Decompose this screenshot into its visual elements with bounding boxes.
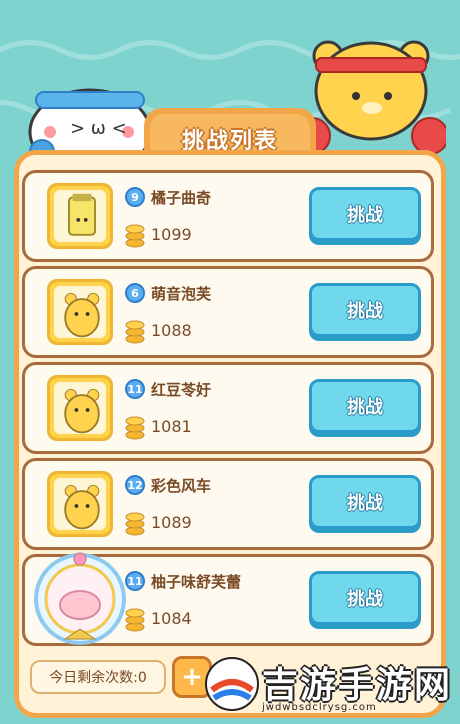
bear-character-icon	[64, 293, 100, 338]
list-item: 9 橘子曲奇 1099 挑战	[22, 170, 434, 262]
list-item: 11 柚子味舒芙蕾 1084 挑战	[22, 552, 434, 646]
coin-stack-icon	[125, 416, 145, 440]
level-badge: 9	[125, 187, 145, 207]
avatar	[47, 471, 113, 537]
coin-count: 1081	[151, 417, 192, 436]
coin-stack-icon	[125, 608, 145, 632]
bear-character-icon	[64, 389, 100, 434]
coin-stack-icon	[125, 320, 145, 344]
coin-count: 1084	[151, 609, 192, 628]
ornate-frame-icon	[34, 552, 126, 645]
challenge-button[interactable]: 挑战	[309, 379, 421, 433]
list-item: 12 彩色风车 1089 挑战	[22, 458, 434, 550]
coin-count: 1088	[151, 321, 192, 340]
watermark-url: jwdwbsdclrysg.com	[262, 702, 377, 713]
character-name: 红豆苓㚥	[151, 381, 212, 399]
coin-count: 1089	[151, 513, 192, 532]
coin-stack-icon	[125, 512, 145, 536]
character-name: 橘子曲奇	[151, 189, 212, 207]
bear-character-icon	[64, 485, 100, 530]
cookie-character-icon	[68, 193, 96, 236]
watermark-logo-icon	[205, 657, 259, 711]
character-name: 彩色风车	[151, 477, 212, 495]
watermark: 吉游手游网 jwdwbsdclrysg.com	[200, 652, 460, 724]
bear-mascot	[296, 40, 446, 155]
coin-count: 1099	[151, 225, 192, 244]
level-badge: 11	[125, 571, 145, 591]
level-badge: 11	[125, 379, 145, 399]
list-item: 6 萌音泡芙 1088 挑战	[22, 266, 434, 358]
avatar	[47, 183, 113, 249]
avatar	[47, 375, 113, 441]
svg-text:> ω <: > ω <	[70, 118, 127, 139]
list-item: 11 红豆苓㚥 1081 挑战	[22, 362, 434, 454]
challenge-button[interactable]: 挑战	[309, 571, 421, 625]
watermark-title: 吉游手游网	[262, 665, 453, 706]
remaining-attempts: 今日剩余次数:0	[30, 660, 166, 694]
level-badge: 6	[125, 283, 145, 303]
coin-stack-icon	[125, 224, 145, 248]
challenge-button[interactable]: 挑战	[309, 187, 421, 241]
challenge-button[interactable]: 挑战	[309, 475, 421, 529]
level-badge: 12	[125, 475, 145, 495]
character-name: 柚子味舒芙蕾	[151, 573, 242, 591]
avatar	[47, 279, 113, 345]
challenge-button[interactable]: 挑战	[309, 283, 421, 337]
character-name: 萌音泡芙	[151, 285, 212, 303]
